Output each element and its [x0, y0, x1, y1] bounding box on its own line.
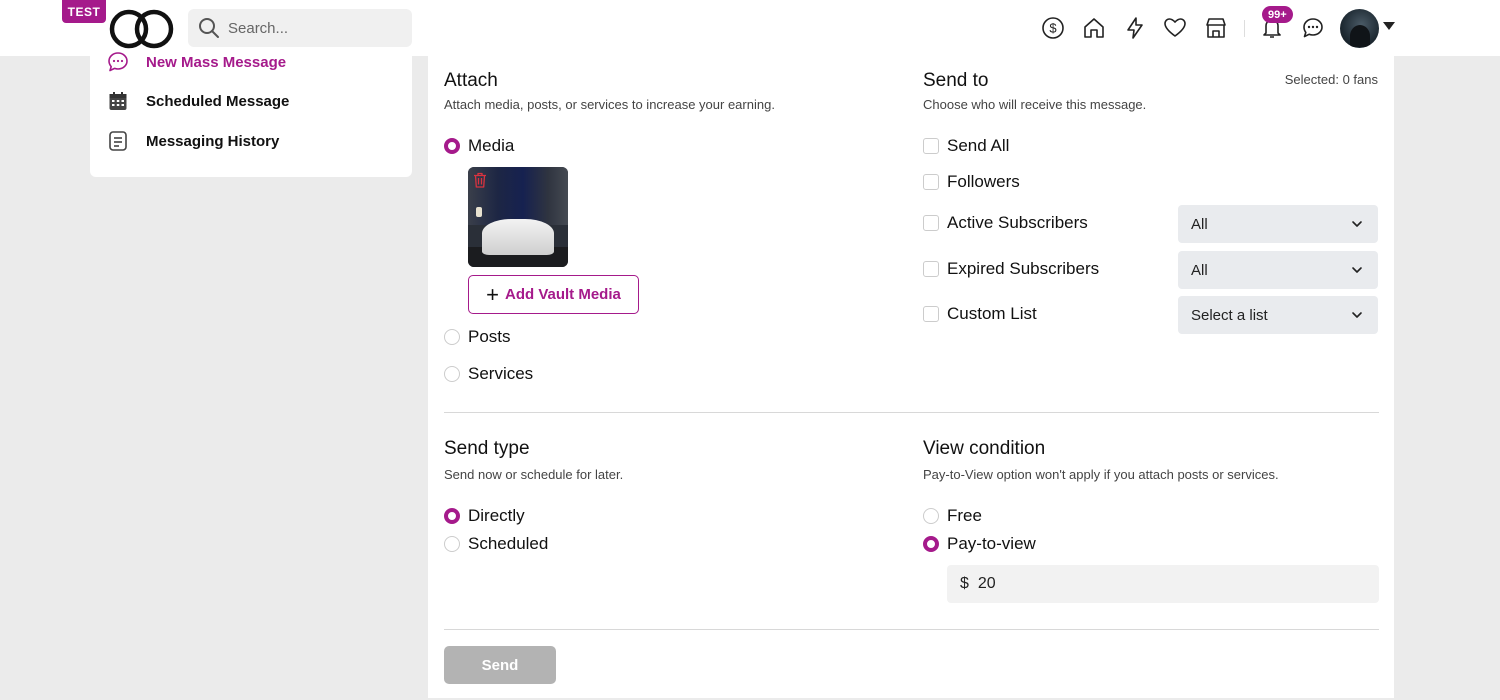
directly-radio[interactable]: [444, 508, 460, 524]
sidebar-item-label: Scheduled Message: [146, 92, 290, 110]
store-icon[interactable]: [1203, 14, 1229, 42]
chat-icon[interactable]: [1300, 14, 1326, 42]
view-condition-option-pay-to-view[interactable]: Pay-to-view: [923, 534, 1036, 554]
chevron-down-icon: [1352, 312, 1362, 318]
send-all-checkbox[interactable]: [923, 138, 939, 154]
attach-option-posts[interactable]: Posts: [444, 327, 511, 347]
sidebar: New Mass Message Scheduled Message Messa…: [90, 52, 412, 177]
search-box[interactable]: [188, 9, 412, 47]
option-label: Followers: [947, 172, 1020, 191]
home-icon[interactable]: [1081, 14, 1107, 42]
mass-message-form: Attach Attach media, posts, or services …: [428, 56, 1394, 698]
heart-icon[interactable]: [1162, 14, 1188, 42]
send-type-title: Send type: [444, 438, 530, 459]
option-label: Scheduled: [468, 534, 549, 553]
sidebar-item-label: Messaging History: [146, 132, 280, 150]
send-to-title: Send to: [923, 70, 989, 91]
send-type-option-scheduled[interactable]: Scheduled: [444, 534, 548, 554]
select-value: Select a list: [1191, 306, 1268, 324]
add-vault-media-button[interactable]: + Add Vault Media: [468, 275, 639, 314]
caret-down-icon[interactable]: [1383, 22, 1395, 30]
lightning-icon[interactable]: [1122, 14, 1148, 42]
footer-divider: [444, 629, 1379, 630]
option-label: Pay-to-view: [947, 534, 1036, 553]
expired-subscribers-select[interactable]: All: [1178, 251, 1378, 289]
view-condition-option-free[interactable]: Free: [923, 506, 982, 526]
search-icon: [199, 18, 219, 38]
pay-to-view-radio[interactable]: [923, 536, 939, 552]
custom-list-checkbox[interactable]: [923, 306, 939, 322]
send-to-option-expired-subscribers[interactable]: Expired Subscribers: [923, 259, 1099, 279]
active-subscribers-checkbox[interactable]: [923, 215, 939, 231]
send-type-subtitle: Send now or schedule for later.: [444, 467, 624, 482]
currency-symbol: $: [960, 575, 969, 592]
trash-icon[interactable]: [473, 172, 487, 188]
media-radio[interactable]: [444, 138, 460, 154]
option-label: Expired Subscribers: [947, 259, 1100, 278]
document-list-icon: [106, 129, 130, 153]
attach-option-services[interactable]: Services: [444, 364, 533, 384]
test-badge: TEST: [62, 0, 106, 23]
option-label: Free: [947, 506, 982, 525]
custom-list-select[interactable]: Select a list: [1178, 296, 1378, 334]
price-input[interactable]: $ 20: [947, 565, 1379, 603]
dollar-icon[interactable]: $: [1040, 14, 1066, 42]
search-input[interactable]: [228, 19, 398, 37]
sidebar-item-new-mass-message[interactable]: New Mass Message: [106, 49, 286, 75]
view-condition-subtitle: Pay-to-View option won't apply if you at…: [923, 467, 1279, 482]
avatar[interactable]: [1340, 9, 1379, 48]
attach-option-media[interactable]: Media: [444, 136, 514, 156]
posts-radio[interactable]: [444, 329, 460, 345]
sidebar-item-label: New Mass Message: [146, 53, 287, 71]
view-condition-title: View condition: [923, 438, 1046, 459]
nav-separator: [1244, 20, 1245, 37]
sidebar-item-messaging-history[interactable]: Messaging History: [106, 128, 279, 154]
send-type-option-directly[interactable]: Directly: [444, 506, 525, 526]
attach-title: Attach: [444, 70, 498, 91]
select-value: All: [1191, 215, 1208, 233]
expired-subscribers-checkbox[interactable]: [923, 261, 939, 277]
option-label: Services: [468, 364, 534, 383]
option-label: Media: [468, 136, 515, 155]
logo-icon[interactable]: [108, 8, 176, 50]
scheduled-radio[interactable]: [444, 536, 460, 552]
followers-checkbox[interactable]: [923, 174, 939, 190]
chevron-down-icon: [1352, 221, 1362, 227]
select-value: All: [1191, 261, 1208, 279]
option-label: Send All: [947, 136, 1010, 155]
add-vault-media-label: Add Vault Media: [505, 286, 621, 303]
send-to-option-followers[interactable]: Followers: [923, 172, 1020, 192]
send-to-subtitle: Choose who will receive this message.: [923, 97, 1147, 112]
plus-icon: +: [486, 281, 499, 307]
chat-dots-icon: [106, 50, 130, 74]
notification-badge: 99+: [1262, 6, 1293, 23]
top-bar: TEST $ 99+: [0, 0, 1500, 56]
chevron-down-icon: [1352, 267, 1362, 273]
selected-fans-count: Selected: 0 fans: [1284, 72, 1378, 87]
send-to-option-custom-list[interactable]: Custom List: [923, 304, 1037, 324]
send-to-option-send-all[interactable]: Send All: [923, 136, 1009, 156]
section-divider: [444, 412, 1379, 413]
send-button[interactable]: Send: [444, 646, 556, 684]
option-label: Directly: [468, 506, 525, 525]
option-label: Custom List: [947, 304, 1037, 323]
send-to-option-active-subscribers[interactable]: Active Subscribers: [923, 213, 1088, 233]
free-radio[interactable]: [923, 508, 939, 524]
svg-text:$: $: [1049, 21, 1057, 36]
option-label: Active Subscribers: [947, 213, 1088, 232]
sidebar-item-scheduled-message[interactable]: Scheduled Message: [106, 88, 289, 114]
option-label: Posts: [468, 327, 511, 346]
active-subscribers-select[interactable]: All: [1178, 205, 1378, 243]
attach-subtitle: Attach media, posts, or services to incr…: [444, 97, 775, 112]
calendar-icon: [106, 89, 130, 113]
services-radio[interactable]: [444, 366, 460, 382]
price-value[interactable]: 20: [978, 575, 996, 593]
